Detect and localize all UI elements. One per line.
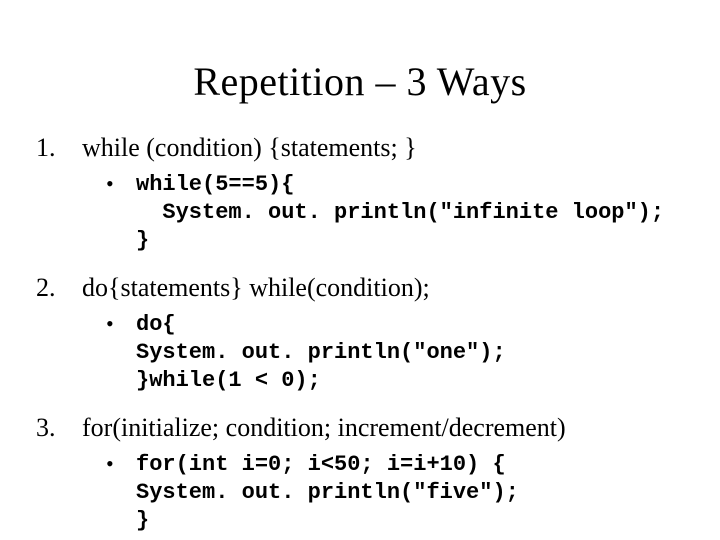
code-block: do{ System. out. println("one"); }while(… xyxy=(136,311,506,395)
item-heading: 1. while (condition) {statements; } xyxy=(36,133,684,163)
list-item: 3. for(initialize; condition; increment/… xyxy=(36,413,684,535)
slide: Repetition – 3 Ways 1. while (condition)… xyxy=(0,0,720,540)
item-heading: 3. for(initialize; condition; increment/… xyxy=(36,413,684,443)
item-heading: 2. do{statements} while(condition); xyxy=(36,273,684,303)
item-text: do{statements} while(condition); xyxy=(82,273,430,303)
code-block: while(5==5){ System. out. println("infin… xyxy=(136,171,664,255)
numbered-list: 1. while (condition) {statements; } • wh… xyxy=(36,133,684,535)
list-item: 1. while (condition) {statements; } • wh… xyxy=(36,133,684,255)
item-number: 1. xyxy=(36,133,82,163)
item-number: 2. xyxy=(36,273,82,303)
list-item: 2. do{statements} while(condition); • do… xyxy=(36,273,684,395)
bullet-icon: • xyxy=(106,451,136,477)
item-text: while (condition) {statements; } xyxy=(82,133,417,163)
bullet-icon: • xyxy=(106,311,136,337)
bullet-icon: • xyxy=(106,171,136,197)
sub-bullet: • do{ System. out. println("one"); }whil… xyxy=(106,311,684,395)
sub-bullet: • while(5==5){ System. out. println("inf… xyxy=(106,171,684,255)
item-text: for(initialize; condition; increment/dec… xyxy=(82,413,566,443)
item-number: 3. xyxy=(36,413,82,443)
sub-bullet: • for(int i=0; i<50; i=i+10) { System. o… xyxy=(106,451,684,535)
slide-title: Repetition – 3 Ways xyxy=(36,58,684,105)
code-block: for(int i=0; i<50; i=i+10) { System. out… xyxy=(136,451,519,535)
